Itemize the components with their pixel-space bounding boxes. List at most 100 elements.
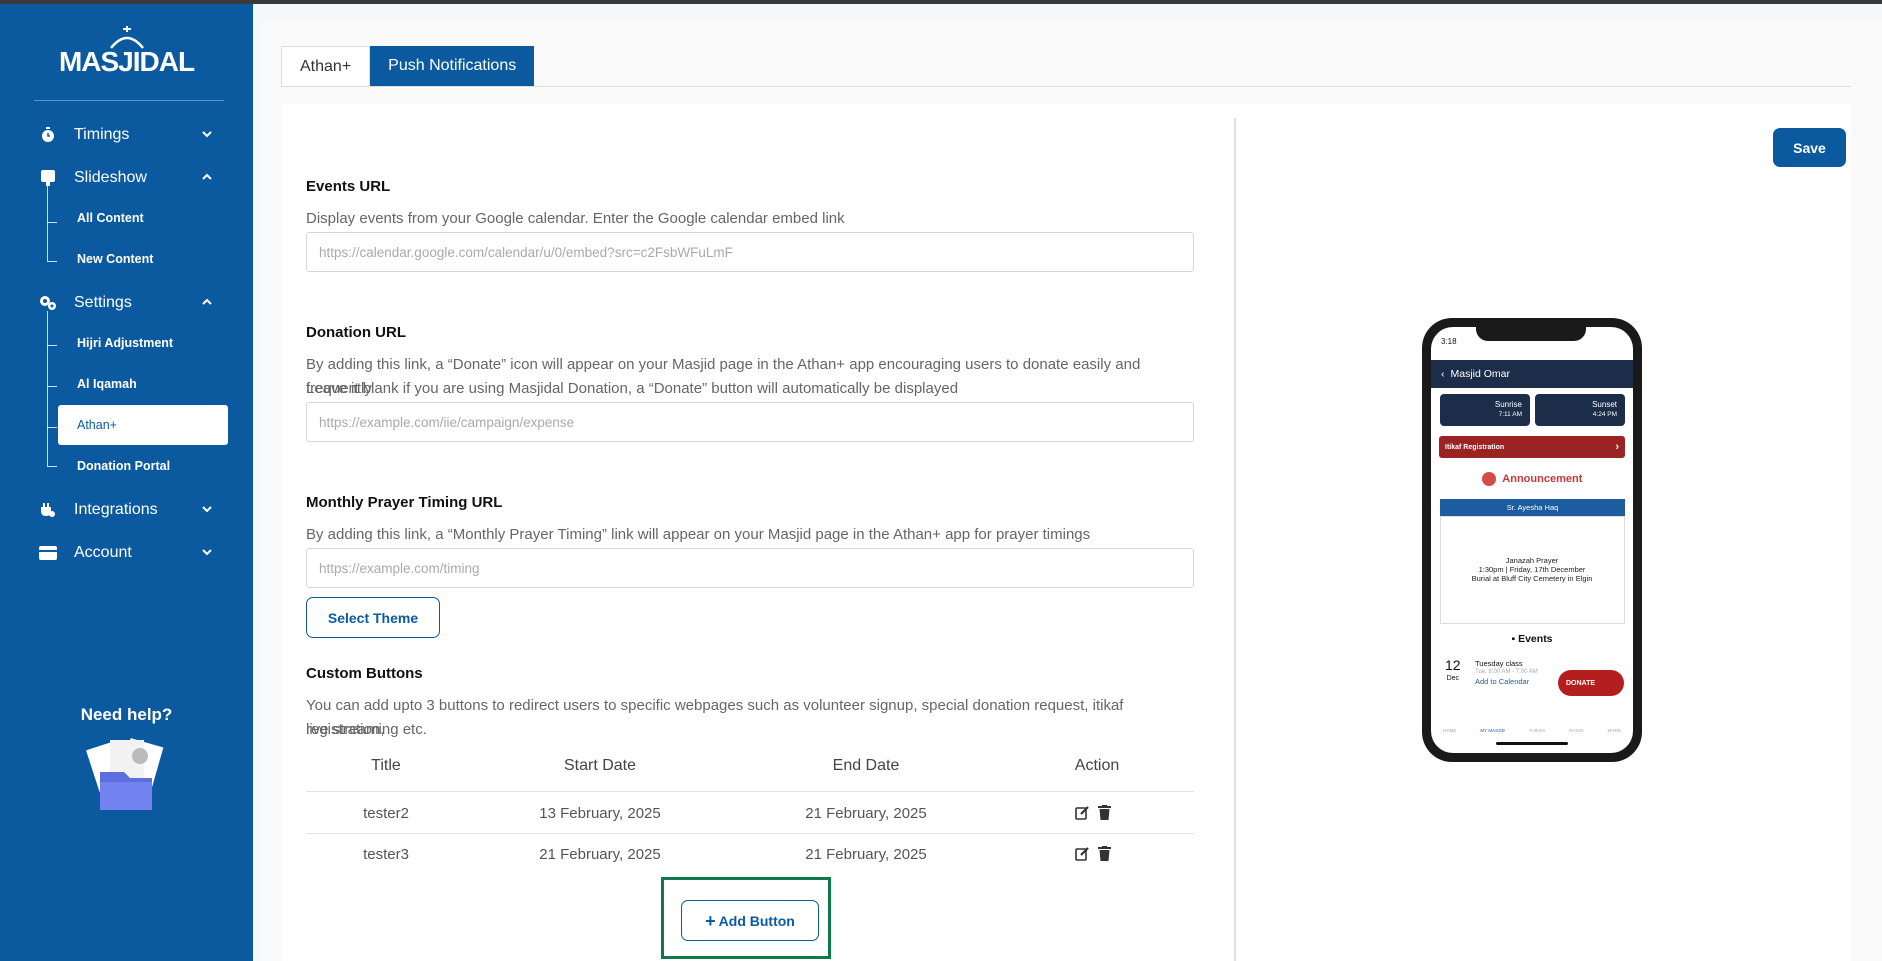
phone-home-indicator: [1496, 742, 1568, 745]
integrations-icon: [38, 500, 58, 520]
donation-url-input[interactable]: https://example.com/iie/campaign/expense: [306, 402, 1194, 442]
sidebar-subitem-hijri-adjustment[interactable]: Hijri Adjustment: [58, 323, 228, 363]
phone-event-info: Tuesday class Tue, 8:00 AM - 7:00 AM Add…: [1475, 659, 1538, 686]
monthly-timing-url-input[interactable]: https://example.com/timing: [306, 548, 1194, 588]
donation-url-description-line2: Leave it blank if you are using Masjidal…: [306, 380, 959, 397]
events-label: Events: [1518, 633, 1553, 645]
table-divider: [306, 833, 1194, 834]
tree-line: [47, 186, 48, 261]
events-url-input[interactable]: https://calendar.google.com/calendar/u/0…: [306, 232, 1194, 272]
sidebar-subitem-athan-plus[interactable]: Athan+: [58, 405, 228, 445]
sidebar-subitem-label: All Content: [77, 211, 144, 225]
logo[interactable]: MASJIDAL: [0, 24, 253, 78]
chevron-up-icon: [200, 170, 214, 189]
table-row-actions: [1075, 846, 1111, 866]
sidebar-subitem-label: Hijri Adjustment: [77, 336, 174, 350]
megaphone-icon: [1481, 472, 1496, 486]
add-button-label: Add Button: [718, 912, 795, 929]
plus-icon: +: [705, 910, 716, 931]
chevron-up-icon: [200, 295, 214, 314]
tree-line: [47, 311, 48, 466]
table-cell-start-date: 21 February, 2025: [539, 846, 661, 863]
phone-announcer: Sr. Ayesha Haq: [1440, 499, 1625, 516]
phone-event-date: 12 Dec: [1445, 657, 1461, 685]
phone-header: ‹ Masjid Omar: [1431, 360, 1633, 388]
phone-janazah-text: Janazah Prayer 1:30pm | Friday, 17th Dec…: [1431, 556, 1633, 583]
sidebar-subitem-label: Athan+: [77, 418, 117, 432]
trash-icon[interactable]: [1098, 846, 1111, 866]
phone-sunrise-card: Sunrise 7:11 AM: [1440, 394, 1530, 426]
sidebar-divider: [34, 100, 224, 101]
phone-notch: [1476, 323, 1586, 341]
sidebar-item-integrations[interactable]: Integrations: [38, 496, 220, 524]
sunset-label: Sunset: [1592, 400, 1617, 409]
custom-buttons-label: Custom Buttons: [306, 665, 423, 682]
event-time: Tue, 8:00 AM - 7:00 AM: [1475, 669, 1538, 675]
sidebar-subitem-al-iqamah[interactable]: Al Iqamah: [58, 364, 228, 404]
slideshow-icon: [38, 168, 58, 188]
trash-icon[interactable]: [1098, 805, 1111, 825]
tab-push-notifications[interactable]: Push Notifications: [370, 46, 535, 86]
sidebar-subitem-label: Donation Portal: [77, 459, 171, 473]
select-theme-button[interactable]: Select Theme: [306, 597, 440, 638]
timer-icon: [38, 125, 58, 145]
add-button[interactable]: + Add Button: [681, 900, 819, 941]
sidebar-item-label: Settings: [74, 294, 132, 311]
save-button[interactable]: Save: [1773, 128, 1846, 167]
phone-sunset-card: Sunset 4:24 PM: [1535, 394, 1625, 426]
sidebar-item-slideshow[interactable]: Slideshow: [38, 164, 220, 192]
tree-tick: [47, 386, 57, 387]
column-header-title: Title: [371, 757, 401, 774]
column-header-start-date: Start Date: [563, 757, 637, 774]
back-chevron-icon: ‹: [1441, 368, 1445, 380]
table-cell-end-date: 21 February, 2025: [805, 846, 927, 863]
sunset-time: 4:24 PM: [1592, 411, 1617, 418]
logo-text: MASJIDAL: [58, 46, 195, 77]
column-header-end-date: End Date: [832, 757, 900, 774]
tree-tick: [47, 261, 57, 262]
chevron-right-icon: ›: [1615, 441, 1619, 453]
janazah-line: 1:30pm | Friday, 17th December: [1478, 565, 1586, 574]
phone-events-title: ▪ Events: [1431, 633, 1633, 645]
sunrise-label: Sunrise: [1494, 400, 1522, 409]
chevron-down-icon: [200, 502, 214, 521]
sidebar-subitem-all-content[interactable]: All Content: [58, 198, 228, 238]
events-url-label: Events URL: [306, 178, 391, 195]
event-month: Dec: [1446, 675, 1460, 682]
edit-icon[interactable]: [1075, 846, 1090, 866]
monthly-timing-url-description: By adding this link, a “Monthly Prayer T…: [306, 526, 1091, 543]
settings-gears-icon: [38, 293, 58, 313]
itikaf-label: Itikaf Registration: [1445, 443, 1505, 451]
sidebar-item-settings[interactable]: Settings: [38, 289, 220, 317]
sidebar-subitem-label: Al Iqamah: [77, 377, 137, 391]
events-url-description: Display events from your Google calendar…: [306, 210, 845, 227]
help-folder-icon[interactable]: [78, 738, 174, 823]
vertical-separator: [1234, 118, 1236, 961]
sidebar-item-timings[interactable]: Timings: [38, 121, 220, 149]
sidebar-subitem-donation-portal[interactable]: Donation Portal: [58, 446, 228, 486]
phone-nav-item: MORE: [1607, 728, 1621, 733]
tab-divider: [281, 86, 1851, 87]
janazah-line: Burial at Bluff City Cemetery in Elgin: [1471, 574, 1593, 583]
tree-tick: [47, 345, 57, 346]
sidebar-subitem-new-content[interactable]: New Content: [58, 239, 228, 279]
table-cell-title: tester2: [363, 805, 409, 822]
edit-icon[interactable]: [1075, 805, 1090, 825]
donation-url-label: Donation URL: [306, 324, 406, 341]
credit-card-icon: [38, 543, 58, 563]
announcement-label: Announcement: [1502, 472, 1583, 485]
event-day: 12: [1445, 657, 1461, 673]
tree-tick: [47, 427, 57, 428]
column-header-action: Action: [1074, 757, 1120, 774]
custom-buttons-description-line2: live streaming etc.: [306, 721, 427, 738]
tree-tick: [47, 222, 57, 223]
sidebar-item-label: Account: [74, 544, 132, 561]
sidebar-item-label: Integrations: [74, 501, 158, 518]
phone-masjid-name: Masjid Omar: [1450, 368, 1511, 380]
sidebar-item-account[interactable]: Account: [38, 539, 220, 567]
tab-athan-plus[interactable]: Athan+: [281, 46, 371, 86]
phone-nav-item: RADIO: [1569, 728, 1584, 733]
event-name: Tuesday class: [1475, 659, 1523, 668]
phone-status-time: 3:18: [1441, 337, 1457, 346]
phone-nav-item: HOME: [1442, 728, 1457, 733]
